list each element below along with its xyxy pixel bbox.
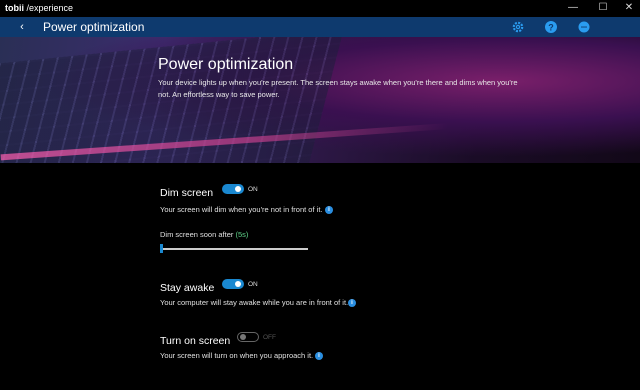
stay-awake-toggle-state: ON	[248, 281, 258, 288]
info-icon[interactable]: i	[325, 206, 333, 214]
hero-title: Power optimization	[158, 56, 294, 73]
turn-on-screen-toggle-state: OFF	[263, 334, 276, 341]
dim-screen-slider-value: (5s)	[235, 230, 249, 239]
dim-screen-description: Your screen will dim when you're not in …	[160, 205, 323, 214]
back-button[interactable]: ‹	[16, 20, 28, 34]
turn-on-screen-title: Turn on screen	[160, 335, 231, 347]
dim-screen-title: Dim screen	[160, 187, 214, 199]
info-icon[interactable]: i	[315, 352, 323, 360]
svg-text:?: ?	[548, 22, 554, 32]
dim-screen-slider-track[interactable]	[160, 248, 308, 250]
dim-screen-slider-thumb[interactable]	[160, 244, 163, 253]
toggle-knob	[235, 186, 241, 192]
stay-awake-toggle[interactable]	[222, 279, 244, 289]
dim-screen-toggle[interactable]	[222, 184, 244, 194]
dim-screen-toggle-state: ON	[248, 186, 258, 193]
toggle-knob	[235, 281, 241, 287]
nav-bar: ‹ Power optimization ?	[0, 17, 640, 37]
stay-awake-title: Stay awake	[160, 282, 215, 294]
toggle-knob	[240, 334, 246, 340]
title-bar: tobii /experience — ☐ ✕	[0, 0, 640, 17]
chat-icon[interactable]	[577, 20, 591, 34]
maximize-button[interactable]: ☐	[596, 1, 610, 15]
hero-description: Your device lights up when you're presen…	[158, 78, 518, 99]
minimize-button[interactable]: —	[566, 1, 580, 15]
info-icon[interactable]: i	[348, 299, 356, 307]
stay-awake-description: Your computer will stay awake while you …	[160, 298, 349, 307]
hero-banner: Power optimization Your device lights up…	[0, 37, 640, 163]
app-brand: tobii /experience	[5, 3, 74, 13]
close-button[interactable]: ✕	[622, 1, 636, 15]
page-title: Power optimization	[43, 20, 145, 34]
help-icon[interactable]: ?	[544, 20, 558, 34]
dim-screen-slider-label: Dim screen soon after (5s)	[160, 230, 249, 239]
gear-icon[interactable]	[511, 20, 525, 34]
turn-on-screen-toggle[interactable]	[237, 332, 259, 342]
turn-on-screen-description: Your screen will turn on when you approa…	[160, 351, 314, 360]
